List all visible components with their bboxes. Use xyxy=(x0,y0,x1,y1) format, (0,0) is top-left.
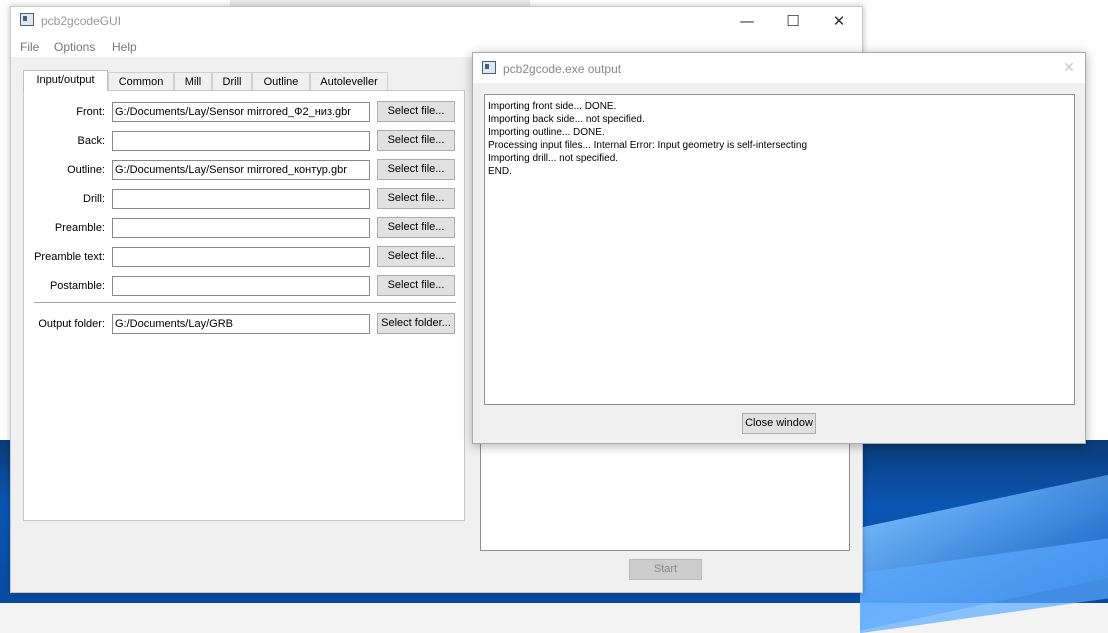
tab-outline[interactable]: Outline xyxy=(252,72,310,90)
output-log-line: Importing outline... DONE. xyxy=(488,127,605,138)
maximize-button[interactable]: ☐ xyxy=(770,7,816,37)
outline-label: Outline: xyxy=(67,164,105,176)
tab-autoleveller[interactable]: Autoleveller xyxy=(310,72,388,90)
window-title: pcb2gcodeGUI xyxy=(41,14,122,28)
menu-help[interactable]: Help xyxy=(112,40,137,54)
drill-select-file-button[interactable]: Select file... xyxy=(377,188,455,209)
postamble-select-file-button[interactable]: Select file... xyxy=(377,275,455,296)
log-textbox[interactable] xyxy=(480,437,850,551)
tab-drill[interactable]: Drill xyxy=(212,72,252,90)
minimize-button[interactable]: — xyxy=(724,7,770,37)
output-log-line: Processing input files... Internal Error… xyxy=(488,140,808,151)
output-log-line: Importing drill... not specified. xyxy=(488,153,619,164)
output-log[interactable]: Importing front side... DONE. Importing … xyxy=(484,94,1075,405)
output-window: pcb2gcode.exe output ✕ Importing front s… xyxy=(472,52,1086,444)
output-log-line: Importing back side... not specified. xyxy=(488,114,645,125)
output-folder-field[interactable]: G:/Documents/Lay/GRB xyxy=(112,314,370,334)
output-close-icon[interactable]: ✕ xyxy=(1059,58,1079,78)
title-bar[interactable]: pcb2gcodeGUI — ☐ ✕ xyxy=(11,7,862,37)
back-label: Back: xyxy=(77,135,105,147)
back-file-field[interactable] xyxy=(112,131,370,151)
outline-select-file-button[interactable]: Select file... xyxy=(377,159,455,180)
drill-file-field[interactable] xyxy=(112,189,370,209)
preamble-label: Preamble: xyxy=(54,222,105,234)
output-window-title: pcb2gcode.exe output xyxy=(503,62,622,76)
preamble-select-file-button[interactable]: Select file... xyxy=(377,217,455,238)
output-folder-label: Output folder: xyxy=(38,318,105,330)
postamble-file-field[interactable] xyxy=(112,276,370,296)
tab-mill[interactable]: Mill xyxy=(174,72,212,90)
start-button[interactable]: Start xyxy=(629,559,702,580)
tab-common[interactable]: Common xyxy=(108,72,174,90)
front-select-file-button[interactable]: Select file... xyxy=(377,101,455,122)
close-button[interactable]: ✕ xyxy=(816,7,862,37)
close-window-button[interactable]: Close window xyxy=(742,413,816,434)
preamble-text-select-file-button[interactable]: Select file... xyxy=(377,246,455,267)
menu-options[interactable]: Options xyxy=(54,40,95,54)
front-label: Front: xyxy=(76,106,105,118)
output-log-line: END. xyxy=(488,166,512,177)
output-log-line: Importing front side... DONE. xyxy=(488,101,617,112)
input-output-panel xyxy=(23,90,465,521)
output-title-bar[interactable]: pcb2gcode.exe output ✕ xyxy=(473,53,1085,83)
back-select-file-button[interactable]: Select file... xyxy=(377,130,455,151)
separator xyxy=(34,302,456,304)
front-file-field[interactable]: G:/Documents/Lay/Sensor mirrored_Ф2_низ.… xyxy=(112,102,370,122)
postamble-label: Postamble: xyxy=(49,280,105,292)
select-folder-button[interactable]: Select folder... xyxy=(377,313,455,334)
menu-file[interactable]: File xyxy=(20,40,39,54)
preamble-text-label: Preamble text: xyxy=(34,251,105,263)
app-icon xyxy=(482,61,496,74)
drill-label: Drill: xyxy=(83,193,105,205)
preamble-text-file-field[interactable] xyxy=(112,247,370,267)
preamble-file-field[interactable] xyxy=(112,218,370,238)
outline-file-field[interactable]: G:/Documents/Lay/Sensor mirrored_контур.… xyxy=(112,160,370,180)
app-icon xyxy=(20,13,34,26)
tab-input-output[interactable]: Input/output xyxy=(23,70,108,91)
